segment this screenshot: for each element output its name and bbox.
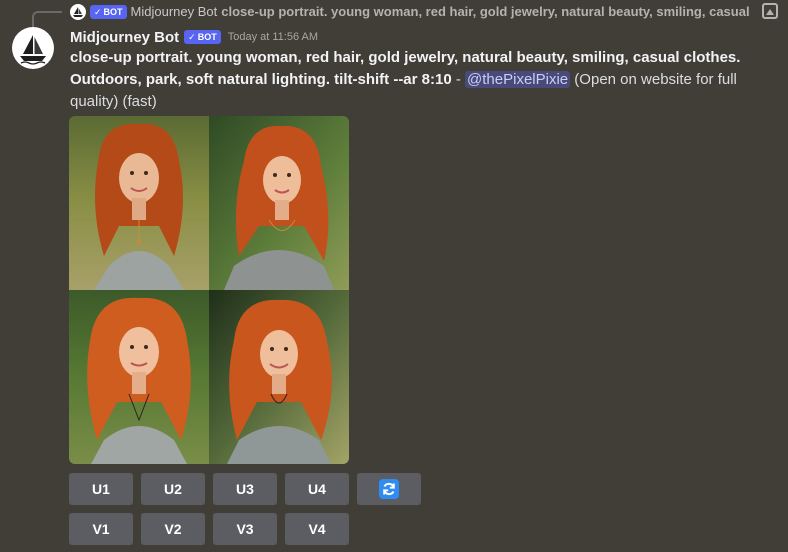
separator: -	[451, 71, 466, 88]
image-icon	[762, 3, 778, 19]
image-grid[interactable]	[69, 116, 349, 464]
v2-button[interactable]: V2	[141, 513, 205, 545]
reply-author-name[interactable]: Midjourney Bot	[131, 4, 218, 19]
u1-button[interactable]: U1	[69, 473, 133, 505]
u4-button[interactable]: U4	[285, 473, 349, 505]
reply-preview-text[interactable]: close-up portrait. young woman, red hair…	[221, 4, 749, 19]
reply-reference[interactable]: ✓ BOT Midjourney Bot close-up portrait. y…	[70, 3, 750, 20]
verified-check-icon: ✓	[94, 6, 102, 17]
timestamp[interactable]: Today at 11:56 AM	[228, 31, 318, 43]
author-name[interactable]: Midjourney Bot	[70, 29, 179, 46]
reroll-button[interactable]	[357, 473, 421, 505]
sailboat-icon	[73, 6, 83, 17]
grid-image-4[interactable]	[209, 290, 349, 464]
reply-badge-label: BOT	[103, 6, 123, 17]
message-header: Midjourney Bot ✓ BOT Today at 11:56 AM	[70, 27, 318, 47]
v3-button[interactable]: V3	[213, 513, 277, 545]
v1-button[interactable]: V1	[69, 513, 133, 545]
verified-check-icon: ✓	[188, 32, 196, 42]
message-content: close-up portrait. young woman, red hair…	[70, 47, 770, 113]
bot-badge: ✓ BOT	[184, 30, 221, 44]
discord-message: ✓ BOT Midjourney Bot close-up portrait. y…	[0, 0, 788, 552]
user-mention[interactable]: @thePixelPixie	[465, 71, 571, 88]
sailboat-icon	[20, 35, 46, 65]
grid-image-3[interactable]	[69, 290, 209, 464]
badge-label: BOT	[197, 32, 217, 42]
v4-button[interactable]: V4	[285, 513, 349, 545]
reply-bot-badge: ✓ BOT	[90, 4, 127, 19]
grid-image-1[interactable]	[69, 116, 209, 290]
avatar[interactable]	[12, 27, 54, 69]
reply-avatar	[70, 3, 86, 20]
refresh-icon	[379, 479, 399, 499]
grid-image-2[interactable]	[209, 116, 349, 290]
u3-button[interactable]: U3	[213, 473, 277, 505]
u2-button[interactable]: U2	[141, 473, 205, 505]
